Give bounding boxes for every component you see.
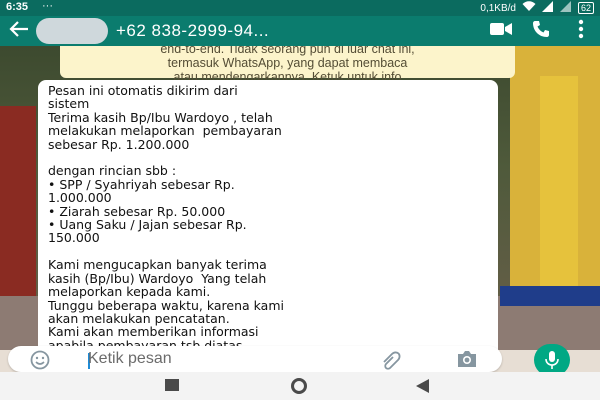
emoji-button[interactable]	[30, 350, 52, 370]
battery-indicator: 62	[577, 2, 594, 14]
more-options-button[interactable]	[570, 19, 592, 44]
encryption-notice[interactable]: end-to-end. Tidak seorang pun di luar ch…	[60, 46, 515, 98]
wallpaper-column	[540, 76, 578, 306]
message-bubble[interactable]: Pesan ini otomatis dikirim dari sistem T…	[38, 80, 498, 350]
message-input[interactable]	[88, 349, 348, 369]
chat-area[interactable]: end-to-end. Tidak seorang pun di luar ch…	[0, 46, 600, 350]
phone-icon	[532, 20, 550, 43]
status-time: 6:35	[6, 1, 29, 13]
system-back-button[interactable]	[414, 378, 436, 394]
video-call-button[interactable]	[490, 20, 512, 42]
status-indicators: 0,1KB/d 62	[480, 1, 594, 15]
wifi-icon	[522, 1, 536, 15]
voice-call-button[interactable]	[530, 20, 552, 42]
triangle-back-icon	[414, 379, 430, 398]
message-input-container[interactable]	[8, 346, 502, 372]
recent-apps-button[interactable]	[164, 378, 186, 394]
back-button[interactable]	[6, 19, 32, 43]
home-circle-icon	[288, 378, 310, 398]
camera-icon	[456, 351, 478, 372]
header-actions	[490, 19, 592, 44]
contact-avatar[interactable]	[36, 18, 108, 44]
compose-bar	[0, 344, 600, 376]
microphone-icon	[545, 351, 559, 374]
contact-name[interactable]: +62 838-2999-94...	[116, 21, 269, 41]
system-nav-bar	[0, 372, 600, 400]
signal-icon-2	[559, 1, 572, 15]
chat-header: +62 838-2999-94...	[0, 16, 600, 46]
signal-icon	[541, 1, 554, 15]
status-dots: ···	[42, 0, 53, 12]
network-speed: 0,1KB/d	[480, 2, 516, 14]
attach-button[interactable]	[380, 350, 406, 370]
home-button[interactable]	[288, 378, 310, 394]
wallpaper-tarp	[500, 286, 600, 306]
camera-button[interactable]	[456, 350, 482, 370]
video-call-icon	[490, 22, 512, 41]
square-icon	[164, 379, 180, 396]
more-vert-icon	[578, 19, 584, 44]
message-text: Pesan ini otomatis dikirim dari sistem T…	[48, 83, 284, 350]
status-bar: 6:35 ··· 0,1KB/d 62	[0, 0, 600, 16]
back-arrow-icon	[9, 20, 29, 42]
